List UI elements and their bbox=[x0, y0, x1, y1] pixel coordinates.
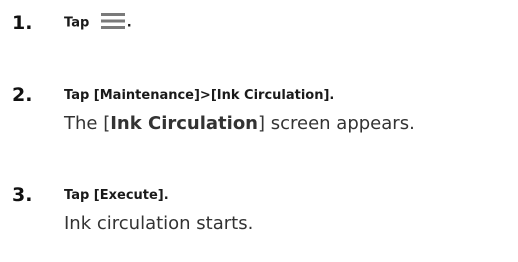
step-2-title: Tap [Maintenance]>[Ink Circulation]. bbox=[64, 88, 335, 103]
step-2-description: The [Ink Circulation] screen appears. bbox=[64, 112, 415, 136]
step-3-number: 3. bbox=[12, 184, 33, 206]
hamburger-menu-icon bbox=[99, 10, 127, 32]
step-1-number: 1. bbox=[12, 12, 33, 34]
step-1-title-prefix: Tap bbox=[64, 15, 94, 31]
step-3-title: Tap [Execute]. bbox=[64, 188, 169, 203]
step-3-description: Ink circulation starts. bbox=[64, 213, 254, 234]
step-1-title-suffix: . bbox=[126, 15, 132, 31]
step-2-number: 2. bbox=[12, 84, 33, 106]
step-1-title: Tap . bbox=[64, 12, 132, 35]
step-2-desc-bold: Ink Circulation bbox=[110, 113, 258, 134]
step-2-desc-prefix: The [ bbox=[64, 113, 111, 134]
step-2-desc-suffix: ] screen appears. bbox=[258, 113, 415, 134]
